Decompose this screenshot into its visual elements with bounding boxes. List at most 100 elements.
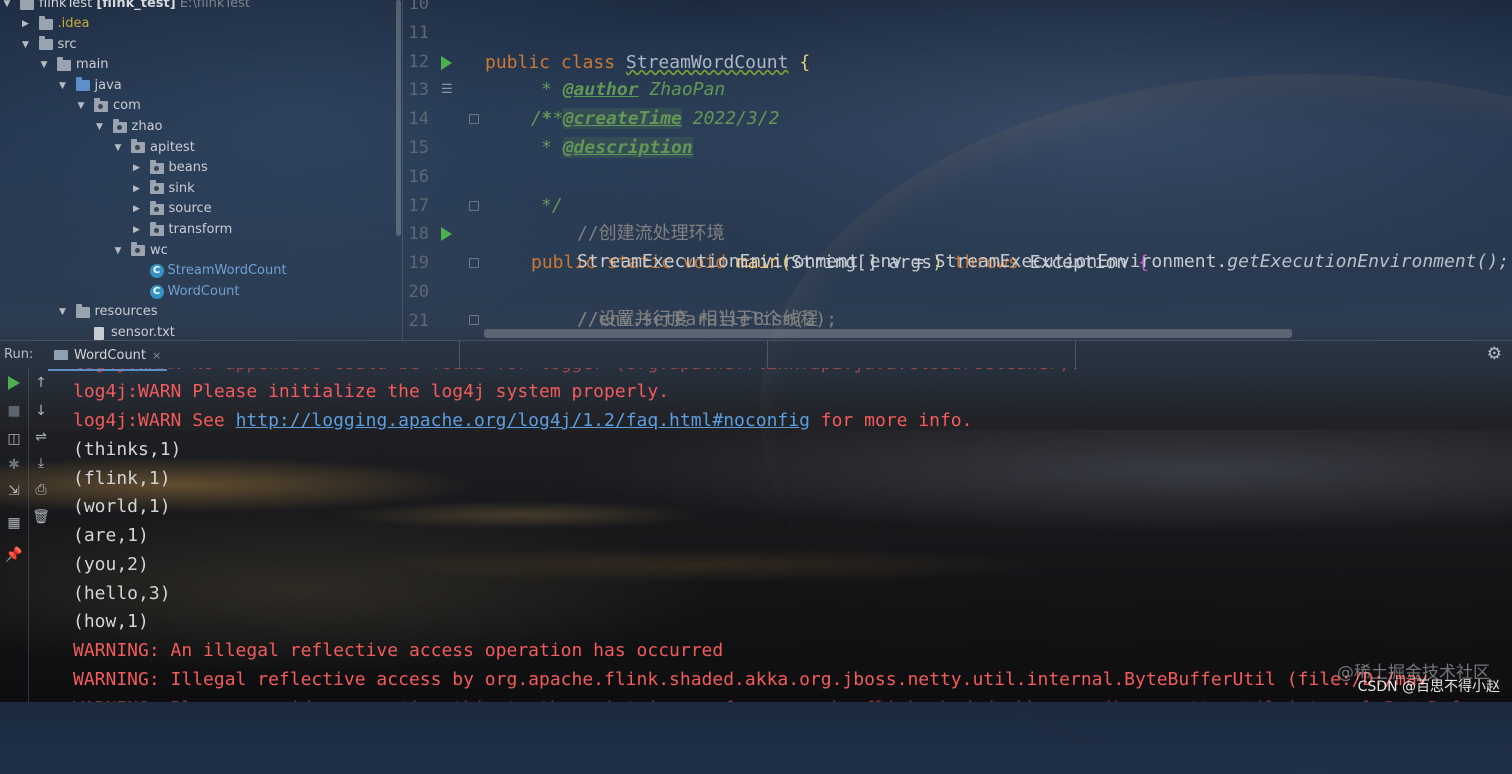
tree-item[interactable]: C WordCount [132,282,240,302]
print-icon[interactable]: ⎙ [32,481,50,499]
tree-item[interactable]: ▼ java [58,76,122,96]
line-comment: //创建流处理环境 [577,223,725,244]
gear-icon[interactable]: ⚙ [1487,344,1502,364]
code-line-13: * @createTime 2022/3/2 [403,75,779,129]
class-ref: StreamExecutionEnvironment. [934,251,1228,272]
chevron-down-icon[interactable]: ▼ [39,55,49,75]
chevron-right-icon[interactable]: ▶ [132,158,142,178]
tree-item[interactable]: ▼ zhao [95,117,162,137]
tree-item-label: sensor.txt [111,325,175,340]
pin-icon[interactable]: 📌 [5,546,23,564]
chevron-down-icon[interactable]: ▼ [95,117,105,137]
chevron-right-icon[interactable]: ▶ [21,14,31,34]
code-line-19: //设置并行度 相当于8个线程 [403,247,818,330]
code-line-11: ☰ /** [403,17,564,129]
project-tree: ▼ flinkTest [flink_test] E:\flinkTest ▶.… [0,0,402,340]
tree-item-label: WordCount [167,283,240,299]
rerun-icon[interactable] [8,376,20,390]
console-line: WARNING: An illegal reflective access op… [73,640,724,661]
editor-horizontal-scrollbar[interactable] [484,329,1292,338]
chevron-down-icon[interactable]: ▼ [113,138,123,158]
source-folder-icon [75,77,90,92]
close-icon[interactable]: × [152,349,161,362]
package-icon [131,242,145,257]
package-icon [149,159,164,174]
chevron-right-icon[interactable]: ▶ [132,220,142,240]
tree-scrollbar[interactable] [396,0,401,236]
layout-icon[interactable]: ▦ [5,514,23,532]
tree-root[interactable]: ▼ flinkTest [flink_test] E:\flinkTest [2,0,250,14]
chevron-right-icon[interactable]: ▶ [132,179,142,199]
console-output-line: (world,1) [73,496,171,518]
var-name: env [869,251,903,272]
package-icon [149,221,164,236]
divider [767,341,768,369]
code-line-20: //env.setParallelism(2); [403,276,837,330]
tree-item[interactable]: ▼ com [76,96,141,116]
package-icon [94,97,108,112]
keyword: class [560,52,616,73]
log4j-faq-link[interactable]: http://logging.apache.org/log4j/1.2/faq.… [236,410,810,431]
java-class-icon: C [149,284,164,299]
doc-comment: 2022/3/2 [692,108,780,129]
console-output[interactable]: log4j:WARN No appenders could be found f… [73,368,1503,702]
chevron-down-icon[interactable]: ▼ [2,0,12,14]
tree-item[interactable]: ▼ main [39,55,108,75]
scroll-to-end-icon[interactable]: ⤓ [32,454,50,472]
doc-comment: */ [541,195,563,216]
folder-icon [38,36,53,51]
export-icon[interactable]: ⇲ [5,482,23,500]
run-label: Run: [4,347,34,362]
debug-icon[interactable]: ✱ [5,456,23,474]
doc-tag: @author [562,79,639,100]
console-output-line: (thinks,1) [73,439,182,460]
tree-item[interactable]: sensor.txt [76,323,175,340]
soft-wrap-icon[interactable]: ⇌ [32,428,50,446]
keyword: public [485,52,551,73]
doc-comment: ZhaoPan [649,79,726,100]
tree-item[interactable]: ▶ transform [132,220,232,240]
fold-marker-icon[interactable] [469,248,483,277]
code-line-18: StreamExecutionEnvironment env = StreamE… [403,218,1509,272]
tree-item[interactable]: ▼ src [21,35,76,55]
tree-item[interactable]: ▼ resources [58,302,158,322]
run-tab-wordcount[interactable]: WordCount × [48,341,168,371]
fold-marker-icon[interactable] [469,191,483,220]
java-class-icon: C [149,264,164,279]
folder-icon [38,15,53,30]
chevron-down-icon[interactable]: ▼ [76,96,86,116]
tree-item[interactable]: ▼ wc [113,241,168,261]
chevron-down-icon[interactable]: ▼ [113,241,123,261]
arrow-down-icon[interactable]: ↓ [32,402,50,420]
fold-marker-icon[interactable] [469,104,483,133]
package-icon [112,118,127,133]
tree-item-label: com [113,98,141,114]
chevron-right-icon[interactable]: ▶ [132,199,142,219]
var-type: StreamExecutionEnvironment [577,251,859,272]
watermark-csdn: CSDN @百思不得小赵 [1357,679,1500,695]
stop-icon[interactable]: ■ [5,402,23,420]
tree-item[interactable]: ▶ sink [132,179,195,199]
trash-icon[interactable]: 🗑 [32,508,50,526]
chevron-down-icon[interactable]: ▼ [21,35,31,55]
arrow-up-icon[interactable]: ↑ [32,374,50,392]
run-panel-header: Run: WordCount × ⚙ [0,340,1512,371]
tree-item[interactable]: ▶ source [132,199,212,219]
tree-item[interactable]: ▶ .idea [21,14,90,34]
tree-root-label: flinkTest [39,0,93,11]
tree-item[interactable]: ▶ beans [132,158,208,178]
warn-suffix: for more info. [809,410,973,431]
fold-marker-icon[interactable] [469,305,483,334]
module-folder-icon [20,0,34,10]
tree-item-label: wc [150,242,168,258]
tree-item[interactable]: ▼ apitest [113,138,195,158]
tree-item-label: sink [168,180,195,196]
tree-item[interactable]: C StreamWordCount [132,261,287,281]
restore-layout-icon[interactable]: ◫ [5,430,23,448]
chevron-down-icon[interactable]: ▼ [58,302,68,322]
console-line: log4j:WARN See http://logging.apache.org… [73,406,972,435]
code-editor[interactable]: 10 11 12 13 14 15 16 17 18 19 20 21 public class St… [402,0,1512,340]
tree-item-label: .idea [57,16,90,31]
chevron-down-icon[interactable]: ▼ [58,76,68,96]
code-line-14: * @description [403,104,693,158]
